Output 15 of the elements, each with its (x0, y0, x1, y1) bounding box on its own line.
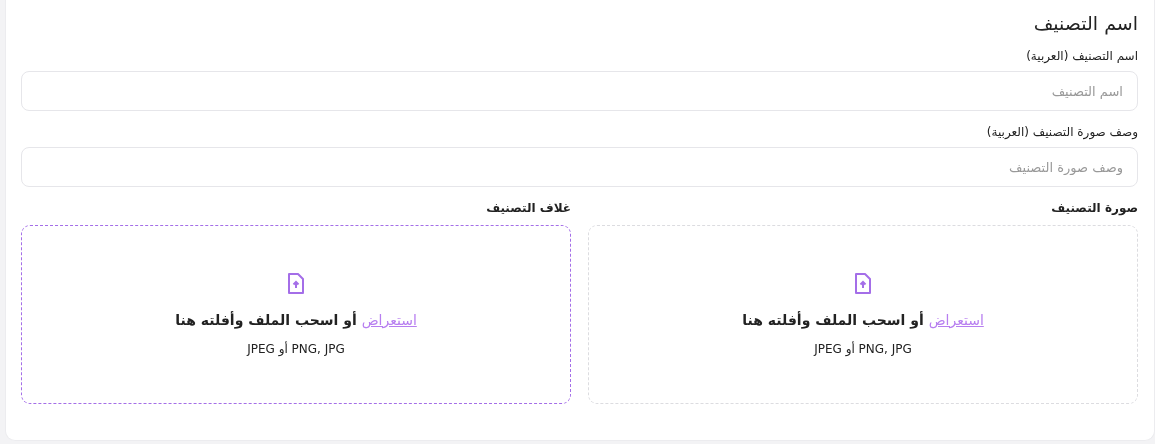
input-field[interactable]: وصف صورة التصنيف (21, 147, 1138, 187)
file-formats: PNG, JPG أو JPEG (247, 342, 345, 356)
section-title: اسم التصنيف (1032, 12, 1138, 34)
drop-instruction: استعراض أو اسحب الملف وأفلته هنا (175, 312, 417, 328)
upload-label: غلاف التصنيف (486, 201, 571, 215)
input-field[interactable]: اسم التصنيف (21, 71, 1138, 111)
field-label: وصف صورة التصنيف (العربية) (986, 125, 1138, 139)
upload-label: صورة التصنيف (1051, 201, 1138, 215)
dropzone[interactable]: استعراض أو اسحب الملف وأفلته هنا PNG, JPG أو JPEG (588, 225, 1138, 404)
drop-instruction: استعراض أو اسحب الملف وأفلته هنا (742, 312, 984, 328)
file-upload-icon (854, 273, 872, 294)
field-label: اسم التصنيف (العربية) (1026, 49, 1138, 63)
file-formats: PNG, JPG أو JPEG (814, 342, 912, 356)
dropzone[interactable]: استعراض أو اسحب الملف وأفلته هنا PNG, JPG أو JPEG (21, 225, 571, 404)
file-upload-icon (287, 273, 305, 294)
